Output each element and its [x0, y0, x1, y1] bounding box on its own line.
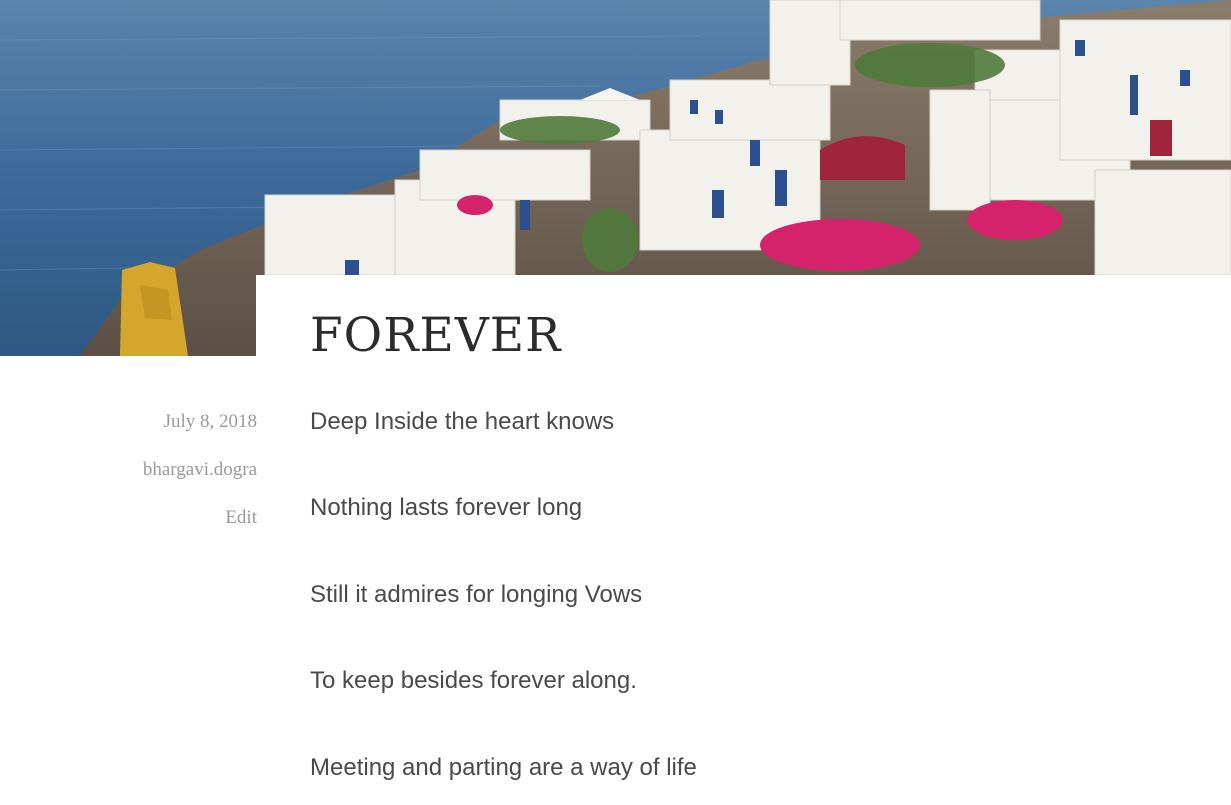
poem-line: To keep besides forever along.	[310, 667, 637, 695]
poem-line: Meeting and parting are a way of life	[310, 753, 697, 781]
post-author-link[interactable]: bhargavi.dogra	[143, 454, 257, 502]
post-date-link[interactable]: July 8, 2018	[143, 406, 257, 454]
poem-line: Nothing lasts forever long	[310, 494, 583, 522]
post-title: FOREVER	[310, 308, 562, 363]
poem-line: Still it admires for longing Vows	[310, 580, 643, 608]
post-content: Deep Inside the heart knows Nothing last…	[310, 400, 1190, 805]
edit-post-link[interactable]: Edit	[143, 502, 257, 550]
page: FOREVER July 8, 2018 bhargavi.dogra Edit…	[0, 0, 1231, 805]
poem-line: Deep Inside the heart knows	[310, 408, 615, 435]
post-meta: July 8, 2018 bhargavi.dogra Edit	[143, 406, 257, 550]
